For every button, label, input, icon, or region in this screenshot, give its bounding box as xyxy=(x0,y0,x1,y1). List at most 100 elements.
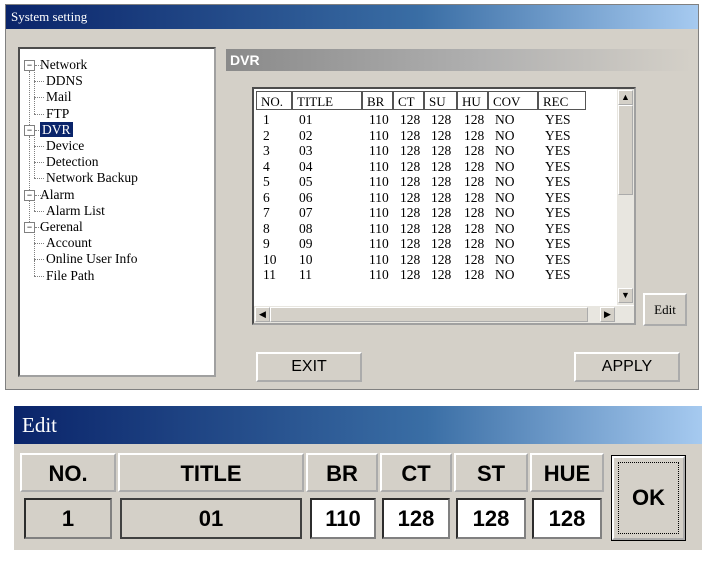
tree-item-dvr[interactable]: DVR xyxy=(40,121,73,138)
column-header-cov[interactable]: COV xyxy=(488,91,538,110)
tree-item-label: Account xyxy=(46,235,92,251)
column-header-title[interactable]: TITLE xyxy=(292,91,362,110)
channel-table[interactable]: REC COV HU SU CT BR TITLE NO. 1 01 110 128 128 128 NO… xyxy=(252,87,636,325)
column-header-hu[interactable]: HU xyxy=(457,91,488,110)
tree-connector xyxy=(34,275,44,277)
column-header-no[interactable]: NO. xyxy=(256,91,292,110)
edit-window: Edit NO. TITLE BR CT ST HUE 1 01 110 128… xyxy=(14,406,702,550)
title-header: TITLE xyxy=(118,453,304,492)
table-cell: NO xyxy=(495,220,515,236)
scroll-right-arrow-icon[interactable]: ▶ xyxy=(600,307,615,322)
tree-item-label: DDNS xyxy=(46,73,83,89)
edit-window-title: Edit xyxy=(22,413,57,437)
horizontal-scroll-thumb[interactable] xyxy=(270,307,588,322)
tree-item-alarm-list[interactable]: Alarm List xyxy=(46,203,105,219)
tree-connector xyxy=(29,71,30,125)
tree-connector xyxy=(34,259,35,276)
table-cell: 04 xyxy=(299,158,313,174)
edit-window-titlebar: Edit xyxy=(14,406,702,444)
table-cell: 128 xyxy=(400,236,421,251)
tree-item-online-user-info[interactable]: Online User Info xyxy=(46,251,137,267)
table-cell: 128 xyxy=(431,251,452,267)
tree-connector xyxy=(34,259,44,261)
scroll-down-arrow-icon[interactable]: ▼ xyxy=(618,288,633,303)
table-cell: NO xyxy=(495,127,515,143)
table-cell: NO xyxy=(495,205,515,220)
system-setting-title: System setting xyxy=(11,9,88,24)
tree-item-mail[interactable]: Mail xyxy=(46,89,72,105)
tree-item-device[interactable]: Device xyxy=(46,138,84,154)
st-field[interactable]: 128 xyxy=(456,498,526,539)
table-cell: 110 xyxy=(369,174,389,189)
column-header-ct[interactable]: CT xyxy=(393,91,424,110)
tree-connector xyxy=(34,162,44,164)
scroll-left-arrow-icon[interactable]: ◀ xyxy=(255,307,270,322)
table-cell: NO xyxy=(495,251,515,267)
vertical-scroll-thumb[interactable] xyxy=(618,105,633,195)
exit-button[interactable]: EXIT xyxy=(256,352,362,382)
apply-button[interactable]: APPLY xyxy=(574,352,680,382)
settings-tree: − Network DDNS Mail FTP − DVR Device Detection Ne… xyxy=(18,47,216,377)
ct-field[interactable]: 128 xyxy=(382,498,450,539)
tree-item-label: Gerenal xyxy=(40,219,83,234)
st-header: ST xyxy=(454,453,528,492)
tree-connector xyxy=(29,200,30,222)
table-cell: 110 xyxy=(369,143,389,158)
column-header-br[interactable]: BR xyxy=(362,91,393,110)
tree-connector xyxy=(34,81,44,83)
table-cell: 5 xyxy=(263,174,270,189)
table-cell: 128 xyxy=(431,205,452,220)
table-cell: 128 xyxy=(400,267,421,282)
table-cell: 110 xyxy=(369,189,389,205)
table-cell: NO xyxy=(495,189,515,205)
table-cell: 6 xyxy=(263,189,270,205)
edit-button[interactable]: Edit xyxy=(643,293,687,326)
ok-button[interactable]: OK xyxy=(611,455,686,541)
table-cell: YES xyxy=(545,206,571,220)
title-field[interactable]: 01 xyxy=(120,498,302,539)
tree-item-ftp[interactable]: FTP xyxy=(46,106,69,122)
tree-item-label: Detection xyxy=(46,154,99,170)
table-vertical-scrollbar[interactable]: ▲ ▼ xyxy=(617,89,634,305)
no-value: 1 xyxy=(24,498,112,539)
table-cell: 128 xyxy=(464,205,485,220)
br-field[interactable]: 110 xyxy=(310,498,376,539)
table-cell: 128 xyxy=(464,174,485,189)
table-cell: NO xyxy=(495,236,515,251)
hue-field[interactable]: 128 xyxy=(532,498,602,539)
tree-item-detection[interactable]: Detection xyxy=(46,154,98,170)
table-cell: 128 xyxy=(400,189,421,205)
tree-connector xyxy=(34,146,44,147)
table-cell: 2 xyxy=(263,127,270,143)
table-cell: YES xyxy=(545,237,571,251)
br-header: BR xyxy=(306,453,378,492)
table-cell: 128 xyxy=(464,267,485,282)
scroll-up-arrow-icon[interactable]: ▲ xyxy=(618,90,633,105)
column-header-su[interactable]: SU xyxy=(424,91,457,110)
tree-item-ddns[interactable]: DDNS xyxy=(46,73,83,89)
tree-item-network-backup[interactable]: Network Backup xyxy=(46,170,138,186)
table-cell: 10 xyxy=(299,251,313,267)
table-cell: 110 xyxy=(369,267,389,282)
table-cell: 128 xyxy=(431,267,452,282)
table-cell: 128 xyxy=(464,236,485,251)
column-header-rec[interactable]: REC xyxy=(538,91,586,110)
tree-connector xyxy=(34,243,35,260)
table-cell: YES xyxy=(545,252,571,266)
tree-item-label: Alarm List xyxy=(46,202,105,218)
table-cell: YES xyxy=(545,159,571,173)
tree-item-alarm[interactable]: Alarm xyxy=(40,187,75,203)
tree-item-gerenal[interactable]: Gerenal xyxy=(40,219,83,235)
ct-header: CT xyxy=(380,453,452,492)
table-cell: 03 xyxy=(299,143,313,158)
tree-item-network[interactable]: Network xyxy=(40,57,87,73)
table-cell: 128 xyxy=(400,127,421,143)
table-cell: YES xyxy=(545,175,571,189)
table-cell: NO xyxy=(495,112,515,127)
table-horizontal-scrollbar[interactable]: ◀ ▶ xyxy=(254,306,634,323)
tree-item-account[interactable]: Account xyxy=(46,235,92,251)
table-cell: 1 xyxy=(263,112,270,127)
tree-item-file-path[interactable]: File Path xyxy=(46,268,94,284)
tree-item-label: DVR xyxy=(40,121,73,137)
table-cell: 4 xyxy=(263,158,270,174)
